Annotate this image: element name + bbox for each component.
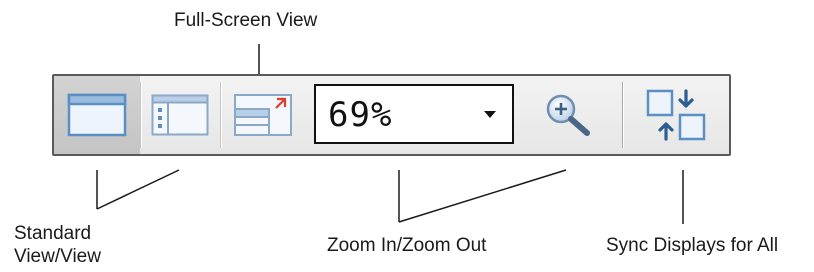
standard-view-callout-line2: View/View — [14, 246, 101, 267]
zoom-level-value: 69% — [328, 95, 393, 135]
full-screen-view-button[interactable] — [220, 76, 306, 154]
zoom-callout: Zoom In/Zoom Out — [327, 235, 487, 256]
full-screen-view-icon — [234, 94, 292, 136]
standard-view-leader-line-2 — [96, 169, 180, 210]
view-button[interactable] — [140, 76, 220, 154]
zoom-level-select[interactable]: 69% — [314, 84, 514, 144]
zoom-in-magnifier-icon — [546, 94, 590, 136]
dropdown-caret-icon[interactable] — [484, 111, 496, 118]
standard-view-button[interactable] — [54, 76, 140, 154]
sync-displays-icon — [646, 89, 705, 141]
full-screen-view-callout: Full-Screen View — [174, 10, 318, 31]
standard-view-icon — [67, 93, 127, 137]
standard-view-callout-line1: Standard — [14, 223, 92, 244]
view-icon — [151, 94, 209, 136]
standard-view-callout: Standard View/View — [14, 222, 101, 268]
zoom-leader-line-right — [398, 169, 567, 223]
sync-displays-button[interactable] — [622, 76, 729, 154]
zoom-in-zoom-out-button[interactable] — [525, 76, 613, 154]
toolbar: 69% — [52, 74, 731, 156]
sync-displays-callout: Sync Displays for All — [606, 235, 779, 256]
